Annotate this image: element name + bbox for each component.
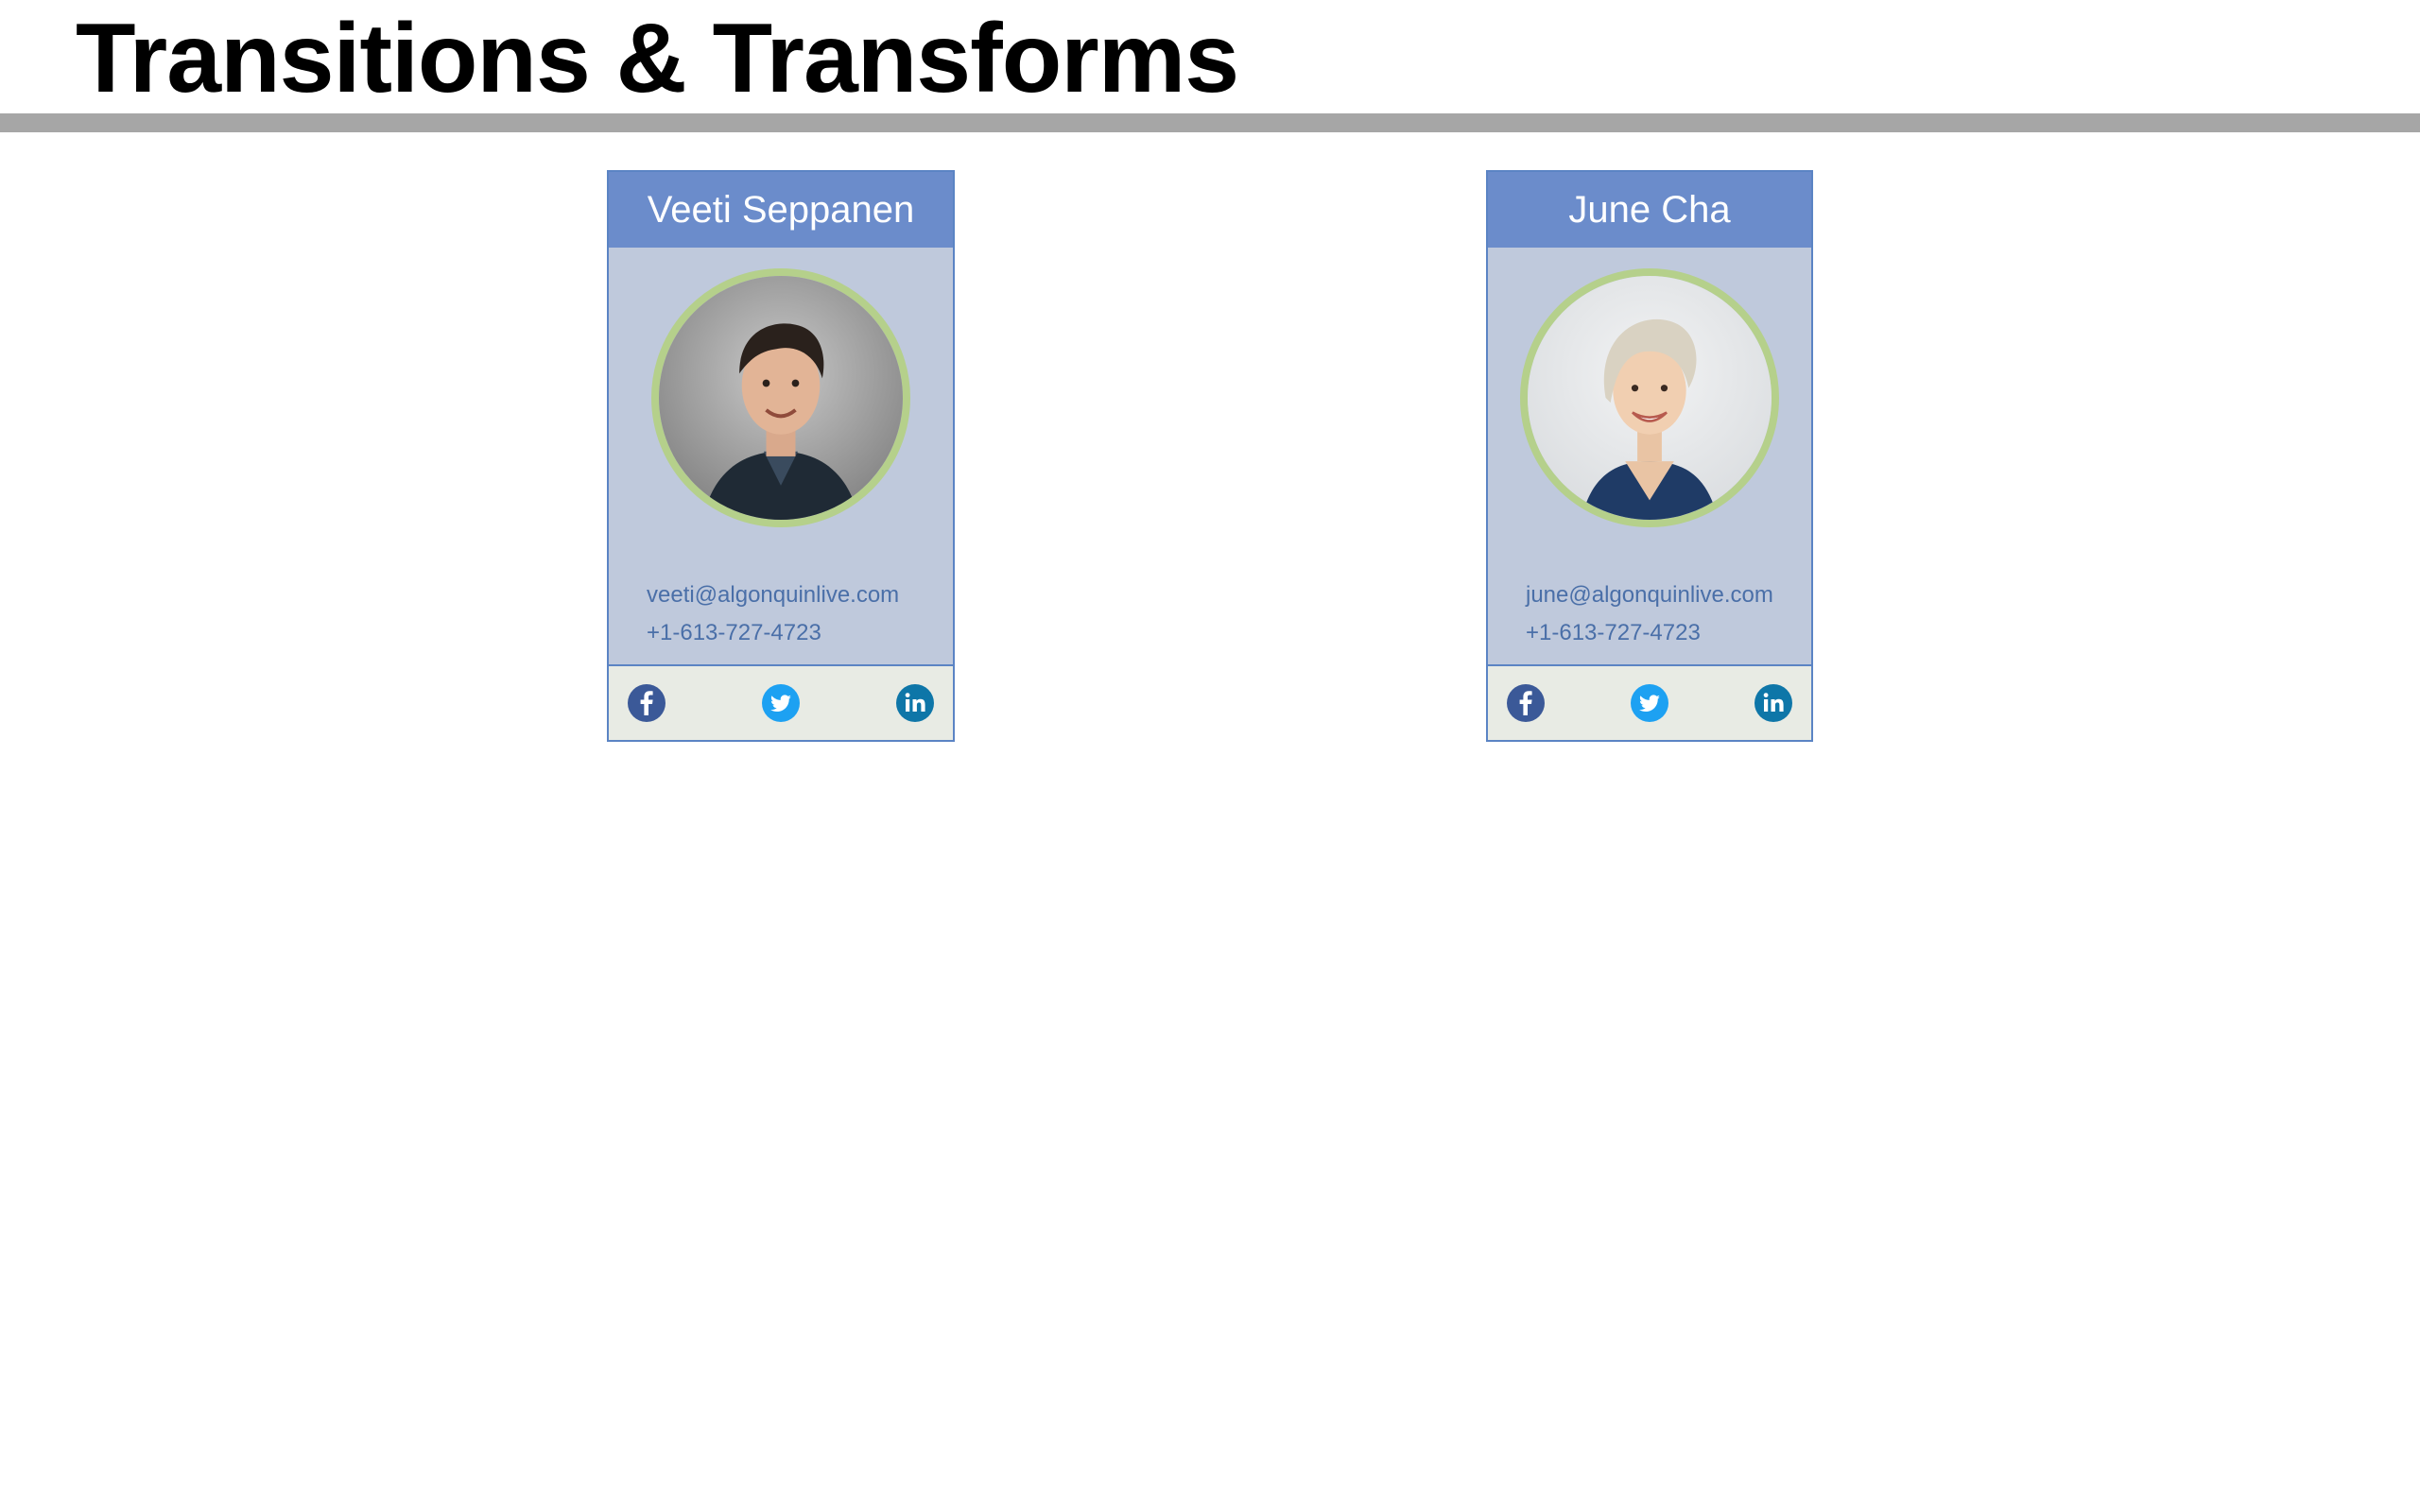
twitter-icon[interactable] (1631, 684, 1668, 722)
portrait-photo-woman (1528, 276, 1772, 520)
page-title: Transitions & Transforms (76, 4, 1239, 113)
phone-text: +1-613-727-4723 (647, 620, 821, 645)
linkedin-icon[interactable] (896, 684, 934, 722)
card-name: June Cha (1488, 172, 1811, 248)
twitter-icon[interactable] (762, 684, 800, 722)
profile-card[interactable]: Veeti Seppanen veeti@algonquinlive.com +… (607, 170, 955, 742)
avatar (1520, 268, 1779, 527)
contact-info: june@algonquinlive.com +1-613-727-4723 (1526, 576, 1773, 652)
portrait-photo-man (659, 276, 903, 520)
social-links (609, 664, 953, 740)
facebook-icon[interactable] (1507, 684, 1545, 722)
page-header: Transitions & Transforms (0, 0, 2420, 132)
profile-card[interactable]: June Cha june@algonquinlive.com +1-613-7… (1486, 170, 1813, 742)
card-name: Veeti Seppanen (609, 172, 953, 248)
linkedin-icon[interactable] (1754, 684, 1792, 722)
email-text: june@algonquinlive.com (1526, 582, 1773, 608)
social-links (1488, 664, 1811, 740)
facebook-icon[interactable] (628, 684, 666, 722)
avatar (651, 268, 910, 527)
phone-text: +1-613-727-4723 (1526, 620, 1701, 645)
email-text: veeti@algonquinlive.com (647, 582, 900, 608)
contact-info: veeti@algonquinlive.com +1-613-727-4723 (647, 576, 899, 652)
